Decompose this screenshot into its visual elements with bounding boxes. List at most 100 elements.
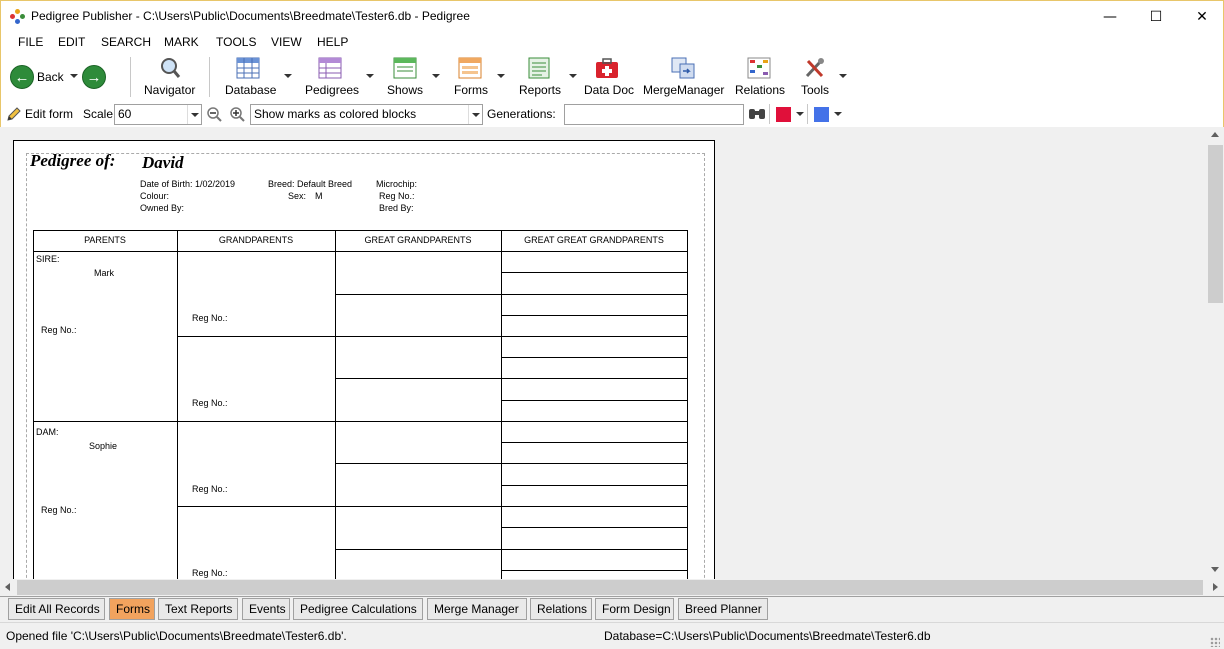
datadoc-button[interactable]: Data Doc bbox=[584, 83, 634, 97]
tools-button[interactable]: Tools bbox=[801, 83, 829, 97]
color-2-dropdown-icon[interactable] bbox=[834, 112, 842, 116]
color-1-dropdown-icon[interactable] bbox=[796, 112, 804, 116]
reports-button[interactable]: Reports bbox=[519, 83, 561, 97]
vertical-scroll-thumb[interactable] bbox=[1208, 145, 1223, 303]
chevron-down-icon[interactable] bbox=[187, 105, 201, 124]
menu-view[interactable]: VIEW bbox=[271, 35, 302, 49]
forms-button[interactable]: Forms bbox=[454, 83, 488, 97]
sire-label[interactable]: SIRE: bbox=[36, 254, 60, 264]
zoom-out-icon[interactable] bbox=[206, 106, 222, 122]
maximize-button[interactable]: ☐ bbox=[1133, 1, 1179, 32]
marks-mode-select[interactable]: Show marks as colored blocks bbox=[250, 104, 483, 125]
forms-dropdown-icon[interactable] bbox=[497, 74, 505, 78]
menu-help[interactable]: HELP bbox=[317, 35, 348, 49]
shows-button[interactable]: Shows bbox=[387, 83, 423, 97]
tools-icon[interactable] bbox=[803, 57, 827, 79]
mark-color-1-swatch[interactable] bbox=[776, 107, 791, 122]
back-button[interactable]: Back bbox=[37, 70, 64, 84]
back-arrow-icon[interactable]: ← bbox=[10, 65, 34, 89]
grid-line bbox=[335, 463, 688, 464]
grandparent-regno[interactable]: Reg No.: bbox=[192, 484, 228, 494]
tools-dropdown-icon[interactable] bbox=[839, 74, 847, 78]
chevron-down-icon[interactable] bbox=[468, 105, 482, 124]
dam-regno[interactable]: Reg No.: bbox=[41, 505, 77, 515]
edit-form-button[interactable]: Edit form bbox=[25, 107, 73, 121]
resize-grip-icon[interactable] bbox=[1210, 637, 1220, 647]
form-toolbar: Edit form Scale 60 Show marks as colored… bbox=[0, 101, 1224, 127]
scale-label: Scale bbox=[83, 107, 114, 121]
menu-file[interactable]: FILE bbox=[18, 35, 43, 49]
mergemanager-button[interactable]: MergeManager bbox=[643, 83, 724, 97]
grid-line bbox=[335, 294, 688, 295]
menu-tools[interactable]: TOOLS bbox=[216, 35, 256, 49]
form-workspace: Pedigree of: David Date of Birth: 1/02/2… bbox=[0, 127, 1207, 579]
generations-input[interactable] bbox=[564, 104, 744, 125]
dam-label[interactable]: DAM: bbox=[36, 427, 59, 437]
database-button[interactable]: Database bbox=[225, 83, 276, 97]
magnifier-icon[interactable] bbox=[158, 57, 182, 79]
pedigrees-icon[interactable] bbox=[318, 57, 342, 79]
shows-dropdown-icon[interactable] bbox=[432, 74, 440, 78]
datadoc-icon[interactable] bbox=[595, 57, 619, 79]
grid-line bbox=[501, 442, 688, 443]
grid-line bbox=[501, 357, 688, 358]
tab-events[interactable]: Events bbox=[242, 598, 290, 620]
close-button[interactable]: ✕ bbox=[1179, 1, 1224, 32]
relations-button[interactable]: Relations bbox=[735, 83, 785, 97]
grid-line bbox=[501, 400, 688, 401]
grid-line bbox=[177, 506, 688, 507]
tab-forms[interactable]: Forms bbox=[109, 598, 155, 620]
horizontal-scroll-thumb[interactable] bbox=[17, 580, 1203, 595]
sire-name[interactable]: Mark bbox=[94, 268, 114, 278]
database-dropdown-icon[interactable] bbox=[284, 74, 292, 78]
menu-edit[interactable]: EDIT bbox=[58, 35, 85, 49]
scroll-down-icon[interactable] bbox=[1211, 567, 1219, 572]
tab-relations[interactable]: Relations bbox=[530, 598, 592, 620]
pedigrees-button[interactable]: Pedigrees bbox=[305, 83, 359, 97]
shows-icon[interactable] bbox=[393, 57, 417, 79]
toolbar-separator bbox=[130, 57, 131, 97]
grid-line bbox=[501, 315, 688, 316]
forward-arrow-icon[interactable]: → bbox=[82, 65, 106, 89]
dam-name[interactable]: Sophie bbox=[89, 441, 117, 451]
reports-icon[interactable] bbox=[527, 57, 551, 79]
reports-dropdown-icon[interactable] bbox=[569, 74, 577, 78]
menu-search[interactable]: SEARCH bbox=[101, 35, 151, 49]
scale-select[interactable]: 60 bbox=[114, 104, 202, 125]
navigator-button[interactable]: Navigator bbox=[144, 83, 195, 97]
grandparent-regno[interactable]: Reg No.: bbox=[192, 313, 228, 323]
grandparent-regno[interactable]: Reg No.: bbox=[192, 568, 228, 578]
tab-form-design[interactable]: Form Design bbox=[595, 598, 674, 620]
vertical-scrollbar[interactable] bbox=[1207, 127, 1224, 579]
tab-breed-planner[interactable]: Breed Planner bbox=[678, 598, 768, 620]
zoom-in-icon[interactable] bbox=[229, 106, 245, 122]
pedigree-grid: PARENTS GRANDPARENTS GREAT GRANDPARENTS … bbox=[14, 141, 716, 579]
pencil-icon[interactable] bbox=[6, 106, 22, 122]
scroll-up-icon[interactable] bbox=[1211, 132, 1219, 137]
mark-color-2-swatch[interactable] bbox=[814, 107, 829, 122]
back-dropdown-icon[interactable] bbox=[70, 74, 78, 78]
grid-line bbox=[177, 336, 688, 337]
toolbar-separator bbox=[769, 104, 770, 124]
sire-regno[interactable]: Reg No.: bbox=[41, 325, 77, 335]
mergemanager-icon[interactable] bbox=[671, 57, 695, 79]
horizontal-scrollbar[interactable] bbox=[0, 579, 1224, 596]
tab-text-reports[interactable]: Text Reports bbox=[158, 598, 238, 620]
tab-pedigree-calculations[interactable]: Pedigree Calculations bbox=[293, 598, 423, 620]
menu-mark[interactable]: MARK bbox=[164, 35, 199, 49]
pedigree-page: Pedigree of: David Date of Birth: 1/02/2… bbox=[13, 140, 715, 579]
relations-icon[interactable] bbox=[747, 57, 771, 79]
forms-icon[interactable] bbox=[458, 57, 482, 79]
minimize-button[interactable]: — bbox=[1087, 1, 1133, 32]
scroll-left-icon[interactable] bbox=[5, 583, 10, 591]
tab-edit-all-records[interactable]: Edit All Records bbox=[8, 598, 105, 620]
binoculars-icon[interactable] bbox=[748, 106, 766, 122]
col-grandparents: GRANDPARENTS bbox=[218, 235, 294, 245]
grid-line bbox=[501, 272, 688, 273]
scroll-right-icon[interactable] bbox=[1213, 583, 1218, 591]
grid-line bbox=[335, 549, 688, 550]
database-icon[interactable] bbox=[236, 57, 260, 79]
grandparent-regno[interactable]: Reg No.: bbox=[192, 398, 228, 408]
tab-merge-manager[interactable]: Merge Manager bbox=[427, 598, 527, 620]
pedigrees-dropdown-icon[interactable] bbox=[366, 74, 374, 78]
